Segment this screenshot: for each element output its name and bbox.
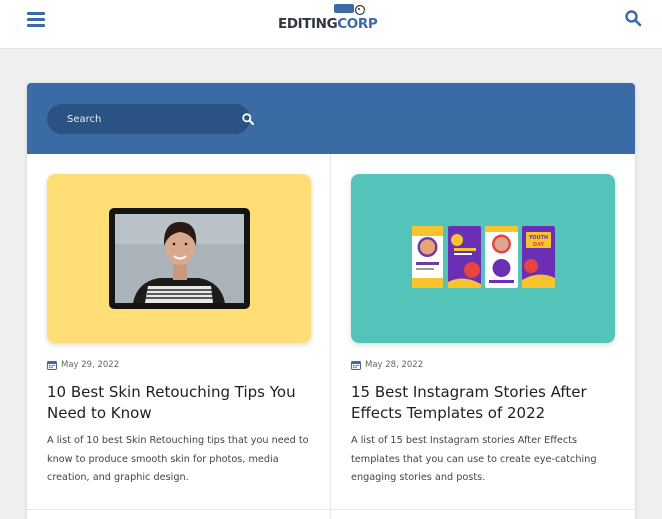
- logo-text-editing: EDITING: [278, 16, 338, 32]
- search-bar: [47, 104, 254, 134]
- calendar-icon: [351, 361, 361, 370]
- post-date-text: May 28, 2022: [365, 360, 424, 370]
- post-title[interactable]: 10 Best Skin Retouching Tips You Need to…: [47, 382, 311, 424]
- post-card-skin-retouching: May 29, 2022 10 Best Skin Retouching Tip…: [47, 174, 311, 483]
- logo-text-corp: CORP: [337, 16, 378, 32]
- logo-wordmark: EDITINGCORP: [278, 16, 378, 32]
- story-frame-1: [412, 226, 443, 288]
- post-thumbnail[interactable]: YOUTH DAY: [351, 174, 615, 343]
- post-date-text: May 29, 2022: [61, 360, 120, 370]
- story-frame-2: [448, 226, 481, 288]
- search-icon[interactable]: [624, 9, 642, 27]
- post-card-instagram-stories: YOUTH DAY May 28, 2022 15 Best Instagram…: [351, 174, 615, 483]
- hamburger-menu-icon[interactable]: [27, 11, 45, 28]
- site-logo[interactable]: EDITINGCORP: [278, 4, 384, 38]
- top-bar: EDITINGCORP: [0, 0, 662, 49]
- post-excerpt: A list of 15 best Instagram stories Afte…: [351, 435, 597, 483]
- posts-card: May 29, 2022 10 Best Skin Retouching Tip…: [27, 83, 635, 519]
- search-submit-icon[interactable]: [241, 112, 255, 126]
- logo-bird-icon: [354, 4, 366, 16]
- post-excerpt: A list of 10 best Skin Retouching tips t…: [47, 435, 309, 483]
- column-divider: [330, 154, 331, 519]
- search-input[interactable]: [47, 104, 227, 134]
- story-frame-3: [485, 226, 518, 288]
- calendar-icon: [47, 361, 57, 370]
- search-header: [27, 83, 635, 154]
- instagram-stories-illustration: YOUTH DAY: [412, 226, 555, 288]
- svg-text:YOUTH: YOUTH: [528, 235, 548, 241]
- logo-badge: [334, 4, 354, 13]
- svg-text:DAY: DAY: [533, 242, 545, 248]
- row-divider: [27, 509, 635, 510]
- tablet-portrait-illustration: [109, 208, 250, 309]
- story-frame-4: YOUTH DAY: [522, 226, 555, 288]
- post-title[interactable]: 15 Best Instagram Stories After Effects …: [351, 382, 615, 424]
- post-thumbnail[interactable]: [47, 174, 311, 343]
